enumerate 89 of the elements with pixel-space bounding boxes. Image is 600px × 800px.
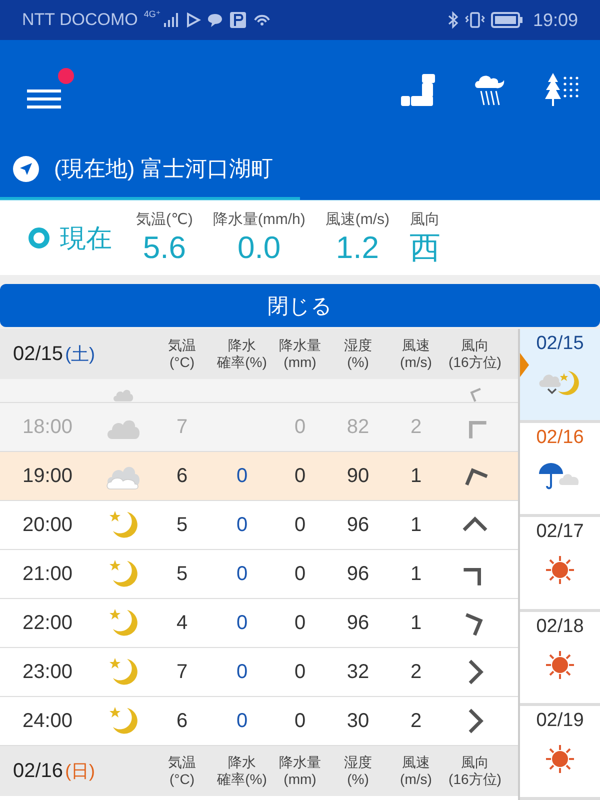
probability-cell: 0: [236, 612, 248, 634]
humidity-cell: 90: [346, 464, 370, 488]
wind-speed-cell: 1: [410, 562, 422, 586]
day-tab[interactable]: 02/17: [520, 517, 600, 612]
column-header: 湿度 (%): [343, 336, 373, 372]
close-button[interactable]: 閉じる: [0, 284, 600, 327]
temperature-cell: 5: [176, 514, 188, 536]
date-label: 02/16: [13, 760, 64, 783]
day-tab[interactable]: 02/18: [520, 612, 600, 706]
column-header: 風向 (16方位): [448, 336, 502, 372]
temperature-cell: 6: [176, 464, 188, 488]
wind-speed-cell: 2: [410, 710, 422, 732]
precipitation-cell: 0: [294, 710, 306, 732]
day-tab[interactable]: 02/19: [520, 706, 600, 800]
time-cell: 24:00: [22, 710, 73, 732]
day-tab[interactable]: 02/16: [520, 423, 600, 518]
temperature-cell: 6: [176, 710, 188, 732]
time-cell: 23:00: [22, 660, 73, 684]
sun-icon: [545, 555, 575, 586]
bluetooth-icon: [446, 11, 459, 29]
pointer-icon: [520, 353, 529, 377]
sun-icon: [545, 650, 575, 680]
metric-label: 降水量(mm/h): [212, 210, 306, 229]
column-header: 降水量 (mm): [278, 336, 322, 372]
clock: 19:09: [532, 10, 578, 30]
precipitation-cell: 0: [294, 660, 306, 684]
network-type: 4G⁺: [144, 9, 161, 20]
precipitation-cell: 0: [294, 464, 306, 488]
blocks-button[interactable]: [400, 73, 436, 107]
weekday-label: (土): [65, 343, 96, 366]
probability-cell: 0: [236, 710, 248, 732]
metric-value: 5.6: [142, 228, 186, 266]
metric-value: 0.0: [238, 228, 281, 266]
time-cell: 20:00: [22, 514, 73, 536]
time-cell: 22:00: [22, 612, 73, 634]
wind-speed-cell: 1: [410, 612, 422, 634]
play-icon: [184, 12, 201, 28]
column-header: 気温 (°C): [167, 754, 197, 788]
metric-value: 西: [410, 228, 440, 266]
humidity-cell: 32: [346, 660, 370, 684]
wind-speed-cell: 1: [410, 464, 422, 488]
humidity-cell: 30: [346, 710, 370, 732]
humidity-cell: 96: [346, 562, 370, 586]
temperature-cell: 7: [176, 416, 188, 438]
wind-speed-cell: 2: [410, 660, 422, 684]
time-cell: 18:00: [22, 416, 73, 438]
column-header: 気温 (°C): [167, 336, 197, 372]
metric-label: 風速(m/s): [325, 210, 390, 229]
humidity-cell: 96: [346, 612, 370, 634]
temperature-cell: 5: [176, 562, 188, 586]
temperature-cell: 4: [176, 612, 188, 634]
metric-label: 風向: [410, 210, 440, 229]
column-header: 風向 (16方位): [448, 754, 502, 788]
column-header: 降水 確率(%): [216, 754, 268, 788]
tree-button[interactable]: [544, 72, 580, 108]
day-tab[interactable]: 02/15: [520, 329, 600, 424]
current-label: 現在: [60, 222, 112, 254]
p-icon: [228, 11, 247, 29]
precipitation-cell: 0: [294, 612, 306, 634]
weekday-label: (日): [65, 760, 96, 783]
ring-icon: [28, 227, 50, 249]
wind-speed-cell: 2: [410, 416, 422, 438]
chat-icon: [206, 12, 223, 28]
time-cell: 19:00: [22, 464, 73, 488]
metric-value: 1.2: [336, 228, 379, 266]
carrier-name: NTT DOCOMO: [22, 10, 138, 30]
signal-icon: [162, 12, 179, 28]
probability-cell: 0: [236, 514, 248, 536]
precipitation-cell: 0: [294, 416, 306, 438]
humidity-cell: 82: [346, 416, 370, 438]
column-header: 降水量 (mm): [278, 754, 322, 788]
probability-cell: 0: [236, 464, 248, 488]
sun-icon: [545, 744, 575, 774]
column-header: 降水 確率(%): [216, 336, 268, 372]
temperature-cell: 7: [176, 660, 188, 684]
precipitation-cell: 0: [294, 562, 306, 586]
probability-cell: 0: [236, 660, 248, 684]
column-header: 風速 (m/s): [399, 336, 433, 372]
probability-cell: 0: [236, 562, 248, 586]
battery-icon: [490, 12, 523, 28]
precipitation-cell: 0: [294, 514, 306, 536]
vibrate-icon: [464, 11, 485, 29]
time-cell: 21:00: [22, 562, 73, 586]
wind-speed-cell: 1: [410, 514, 422, 536]
humidity-cell: 96: [346, 514, 370, 536]
column-header: 風速 (m/s): [399, 754, 433, 788]
metric-label: 気温(℃): [136, 210, 193, 229]
date-label: 02/15: [13, 343, 64, 366]
column-header: 湿度 (%): [343, 754, 373, 788]
